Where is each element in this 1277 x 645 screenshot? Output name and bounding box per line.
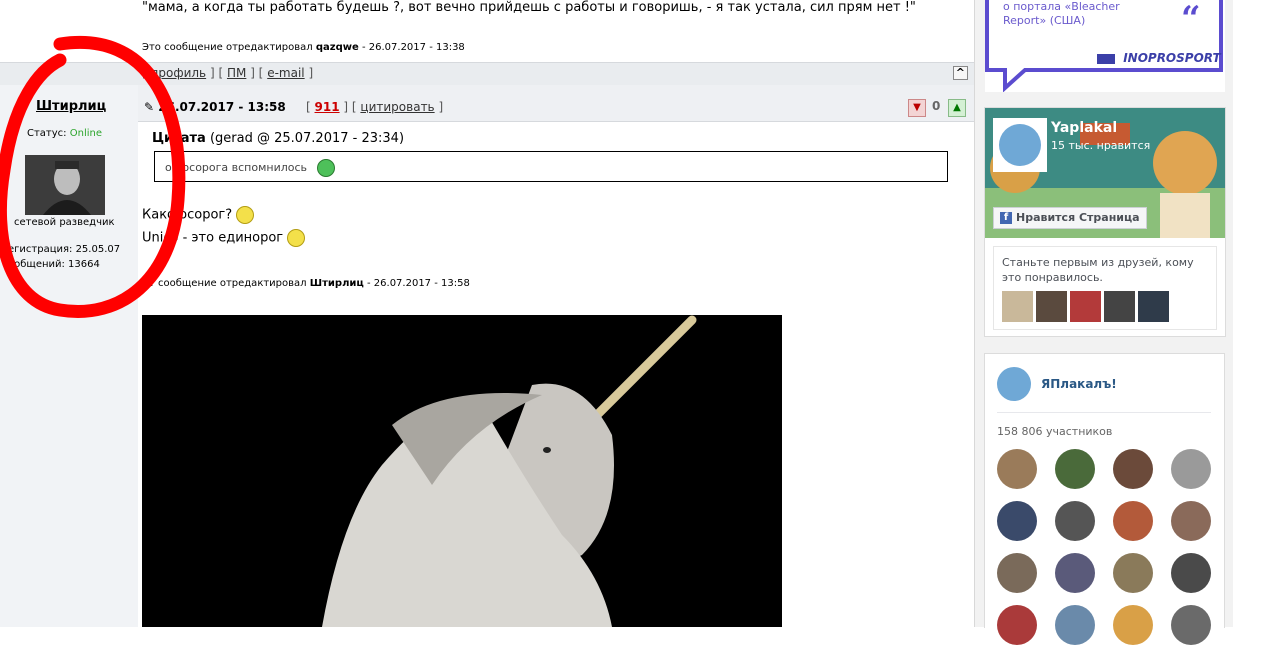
vk-member-avatar[interactable]: [1055, 605, 1095, 645]
facebook-icon: f: [1000, 212, 1012, 224]
vk-member-avatar[interactable]: [1113, 449, 1153, 489]
fb-friend-avatar[interactable]: [1104, 291, 1135, 322]
ad-text[interactable]: о портала «Bleacher Report» (США): [1003, 0, 1153, 28]
vk-members-count: 158 806 участников: [997, 425, 1113, 438]
author-registration: егистрация: 25.05.07: [8, 244, 121, 255]
scroll-top-button[interactable]: ^: [952, 66, 968, 80]
rating-value: 0: [932, 99, 941, 113]
smiley-pointing-icon: [287, 229, 306, 247]
pm-link[interactable]: ПМ: [227, 66, 246, 80]
divider: [997, 412, 1211, 413]
author-name[interactable]: Штирлиц: [36, 99, 106, 114]
fb-friend-avatar[interactable]: [1002, 291, 1033, 322]
vk-group-name[interactable]: ЯПлакалъ!: [1041, 377, 1117, 391]
page-margin: [1233, 0, 1277, 627]
fb-page-name[interactable]: Yaplakal: [1051, 120, 1117, 136]
vk-member-avatar[interactable]: [1171, 605, 1211, 645]
ad-brand-logo[interactable]: INOPROSPORT: [1097, 51, 1221, 65]
facebook-widget: Yaplakal 15 тыс. нравится f Нравится Стра…: [984, 107, 1226, 337]
vk-member-avatar[interactable]: [1055, 553, 1095, 593]
vk-member-avatar[interactable]: [997, 449, 1037, 489]
post-body-line: Unico - это единорог: [142, 229, 306, 247]
fb-friend-avatar[interactable]: [1070, 291, 1101, 322]
vk-member-avatar[interactable]: [1171, 553, 1211, 593]
quote-link[interactable]: цитировать: [360, 100, 434, 114]
post-date: ✎ 26.07.2017 - 13:58: [144, 100, 286, 114]
vk-member-avatar[interactable]: [1055, 501, 1095, 541]
vk-group-logo-icon[interactable]: [997, 367, 1031, 401]
vk-member-avatar[interactable]: [1055, 449, 1095, 489]
quote-box: о носорога вспомнилось: [154, 151, 948, 182]
vk-member-avatar[interactable]: [997, 501, 1037, 541]
vk-widget: ЯПлакалъ! 158 806 участников: [984, 353, 1225, 645]
author-status: Статус: Online: [27, 128, 102, 139]
avatar-portrait-icon: [25, 155, 105, 215]
thumbs-down-icon[interactable]: ▼: [908, 99, 926, 117]
author-messages: ообщений: 13664: [8, 259, 100, 270]
quote-text: о носорога вспомнилось: [165, 159, 335, 177]
vk-member-avatar[interactable]: [1113, 605, 1153, 645]
avatar: [25, 155, 105, 215]
quote-header: Цитата (gerad @ 25.07.2017 - 23:34): [152, 131, 405, 146]
fb-friends-text: Станьте первым из друзей, кому это понра…: [1002, 256, 1194, 284]
fb-cover-image[interactable]: Yaplakal 15 тыс. нравится f Нравится Стра…: [985, 108, 1225, 238]
vk-member-avatar[interactable]: [1113, 501, 1153, 541]
user-links: [ профиль ] [ ПМ ] [ e-mail ]: [142, 66, 314, 80]
post-pin-icon: ✎: [144, 100, 155, 114]
svg-text:“: “: [1181, 0, 1201, 39]
fb-friend-avatar[interactable]: [1036, 291, 1067, 322]
vk-member-avatar[interactable]: [1171, 449, 1211, 489]
unicorn-image-icon: [142, 315, 782, 627]
smiley-icon: [316, 159, 335, 177]
previous-edit-note: Это сообщение отредактировал qazqwe - 26…: [142, 42, 465, 53]
fb-like-page-button[interactable]: f Нравится Страница: [993, 207, 1147, 229]
fb-likes-count: 15 тыс. нравится: [1051, 139, 1151, 152]
email-link[interactable]: e-mail: [267, 66, 304, 80]
smiley-icon: [236, 206, 255, 224]
author-rank: сетевой разведчик: [14, 217, 115, 228]
brand-logo-icon: [1097, 53, 1115, 64]
previous-post-text: "мама, а когда ты работать будешь ?, вот…: [142, 0, 916, 15]
post-links-row: [ профиль ] [ ПМ ] [ e-mail ] ^: [0, 62, 974, 86]
profile-link[interactable]: профиль: [151, 66, 207, 80]
vk-member-avatar[interactable]: [997, 553, 1037, 593]
forum-area: "мама, а когда ты работать будешь ?, вот…: [0, 0, 974, 627]
vk-member-avatar[interactable]: [997, 605, 1037, 645]
vk-member-avatar[interactable]: [1113, 553, 1153, 593]
post-edit-note: Эт сообщение отредактировал Штирлиц - 26…: [142, 278, 470, 289]
post-image-unicorn[interactable]: [142, 315, 782, 627]
fb-page-logo-icon[interactable]: [993, 118, 1047, 172]
post-number-link[interactable]: 911: [315, 100, 340, 114]
fb-friend-avatar[interactable]: [1138, 291, 1169, 322]
post-body-line: Како осорог?: [142, 206, 255, 224]
vk-member-avatar[interactable]: [1171, 501, 1211, 541]
post-actions: [ 911 ] [ цитировать ]: [306, 100, 444, 114]
fb-friends-box: Станьте первым из друзей, кому это понра…: [993, 246, 1217, 330]
thumbs-up-icon[interactable]: ▲: [948, 99, 966, 117]
